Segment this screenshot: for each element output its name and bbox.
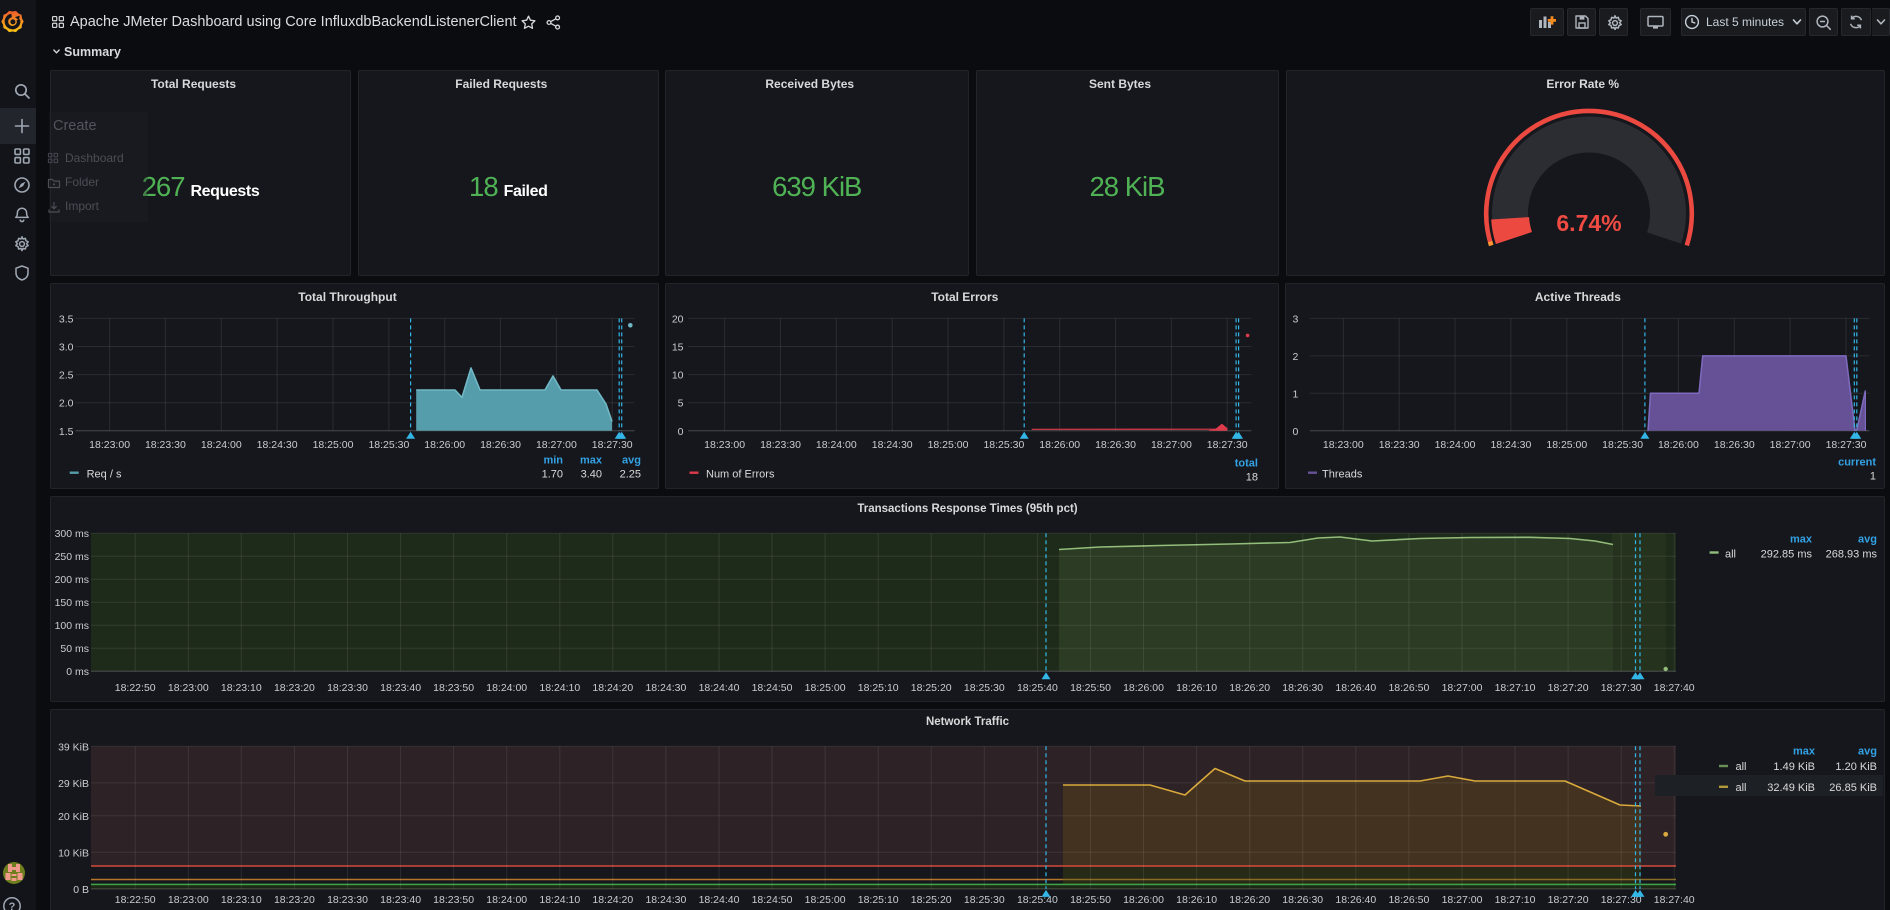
svg-text:?: ?: [9, 901, 16, 910]
